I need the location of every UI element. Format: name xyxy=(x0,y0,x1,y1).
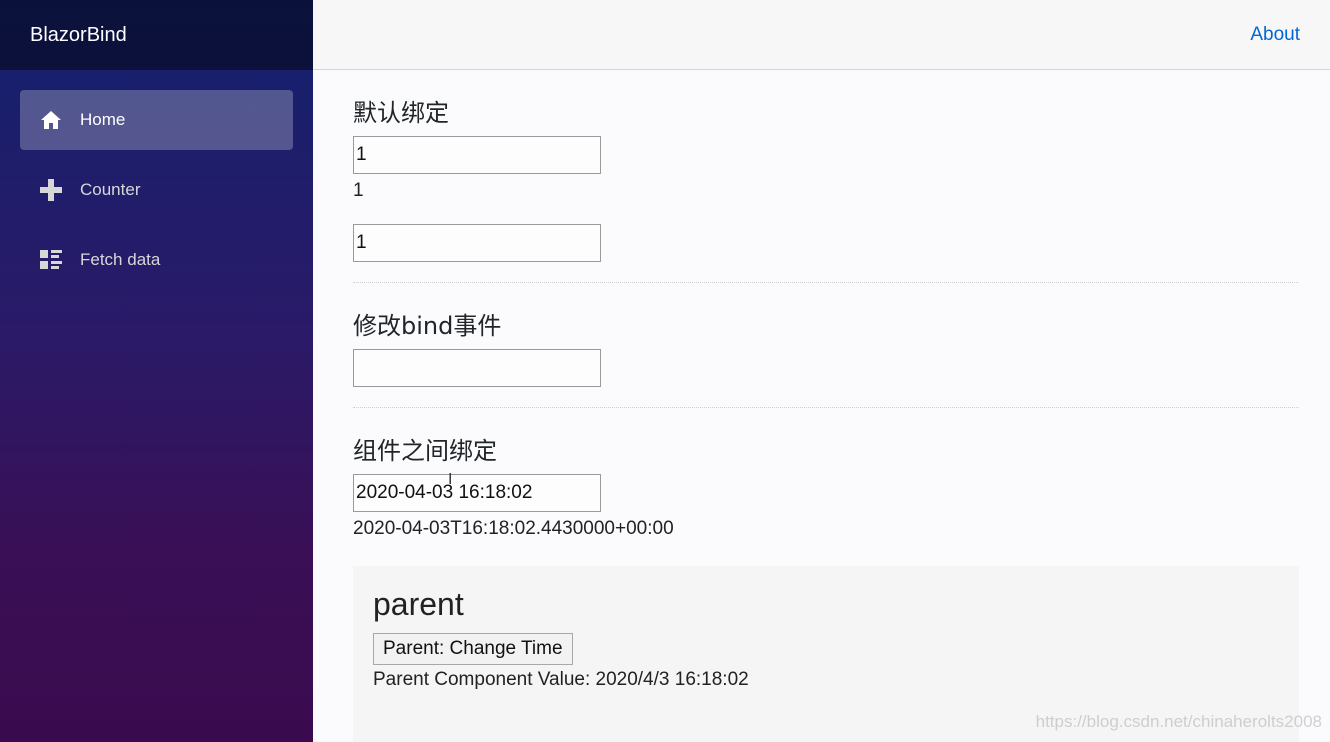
default-bind-title: 默认绑定 xyxy=(353,99,449,127)
default-bind-input[interactable] xyxy=(353,136,601,174)
about-link[interactable]: About xyxy=(1250,24,1300,46)
sidebar-item-home[interactable]: Home xyxy=(20,90,293,150)
parent-component-value: Parent Component Value: 2020/4/3 16:18:0… xyxy=(373,669,749,690)
app-brand[interactable]: BlazorBind xyxy=(30,24,127,47)
top-row: About xyxy=(313,0,1330,70)
sidebar-item-label: Counter xyxy=(80,180,141,199)
text-cursor-icon: I xyxy=(448,471,453,488)
component-bind-input[interactable] xyxy=(353,474,601,512)
watermark: https://blog.csdn.net/chinaherolts2008 xyxy=(1035,712,1322,731)
bind-event-title: 修改bind事件 xyxy=(353,312,502,340)
list-rich-icon xyxy=(40,249,62,271)
sidebar-item-counter[interactable]: Counter xyxy=(20,160,293,220)
sidebar: BlazorBind Home Counter Fetch data xyxy=(0,0,313,742)
divider xyxy=(353,282,1299,283)
main-content: 默认绑定 1 修改bind事件 组件之间绑定 2020-04-03T16:18:… xyxy=(353,70,1299,742)
plus-icon xyxy=(40,179,62,201)
default-bind-input-2[interactable] xyxy=(353,224,601,262)
component-bind-title: 组件之间绑定 xyxy=(353,437,497,465)
home-icon xyxy=(40,109,62,131)
parent-title: parent xyxy=(373,586,464,622)
sidebar-item-fetch-data[interactable]: Fetch data xyxy=(20,230,293,290)
default-bind-output: 1 xyxy=(353,180,364,201)
nav-menu: Home Counter Fetch data xyxy=(0,70,313,290)
parent-change-time-button[interactable]: Parent: Change Time xyxy=(373,633,573,665)
brand-bar: BlazorBind xyxy=(0,0,313,70)
sidebar-item-label: Fetch data xyxy=(80,250,161,269)
bind-event-input[interactable] xyxy=(353,349,601,387)
component-bind-output: 2020-04-03T16:18:02.4430000+00:00 xyxy=(353,518,674,539)
sidebar-item-label: Home xyxy=(80,110,126,129)
divider xyxy=(353,407,1299,408)
